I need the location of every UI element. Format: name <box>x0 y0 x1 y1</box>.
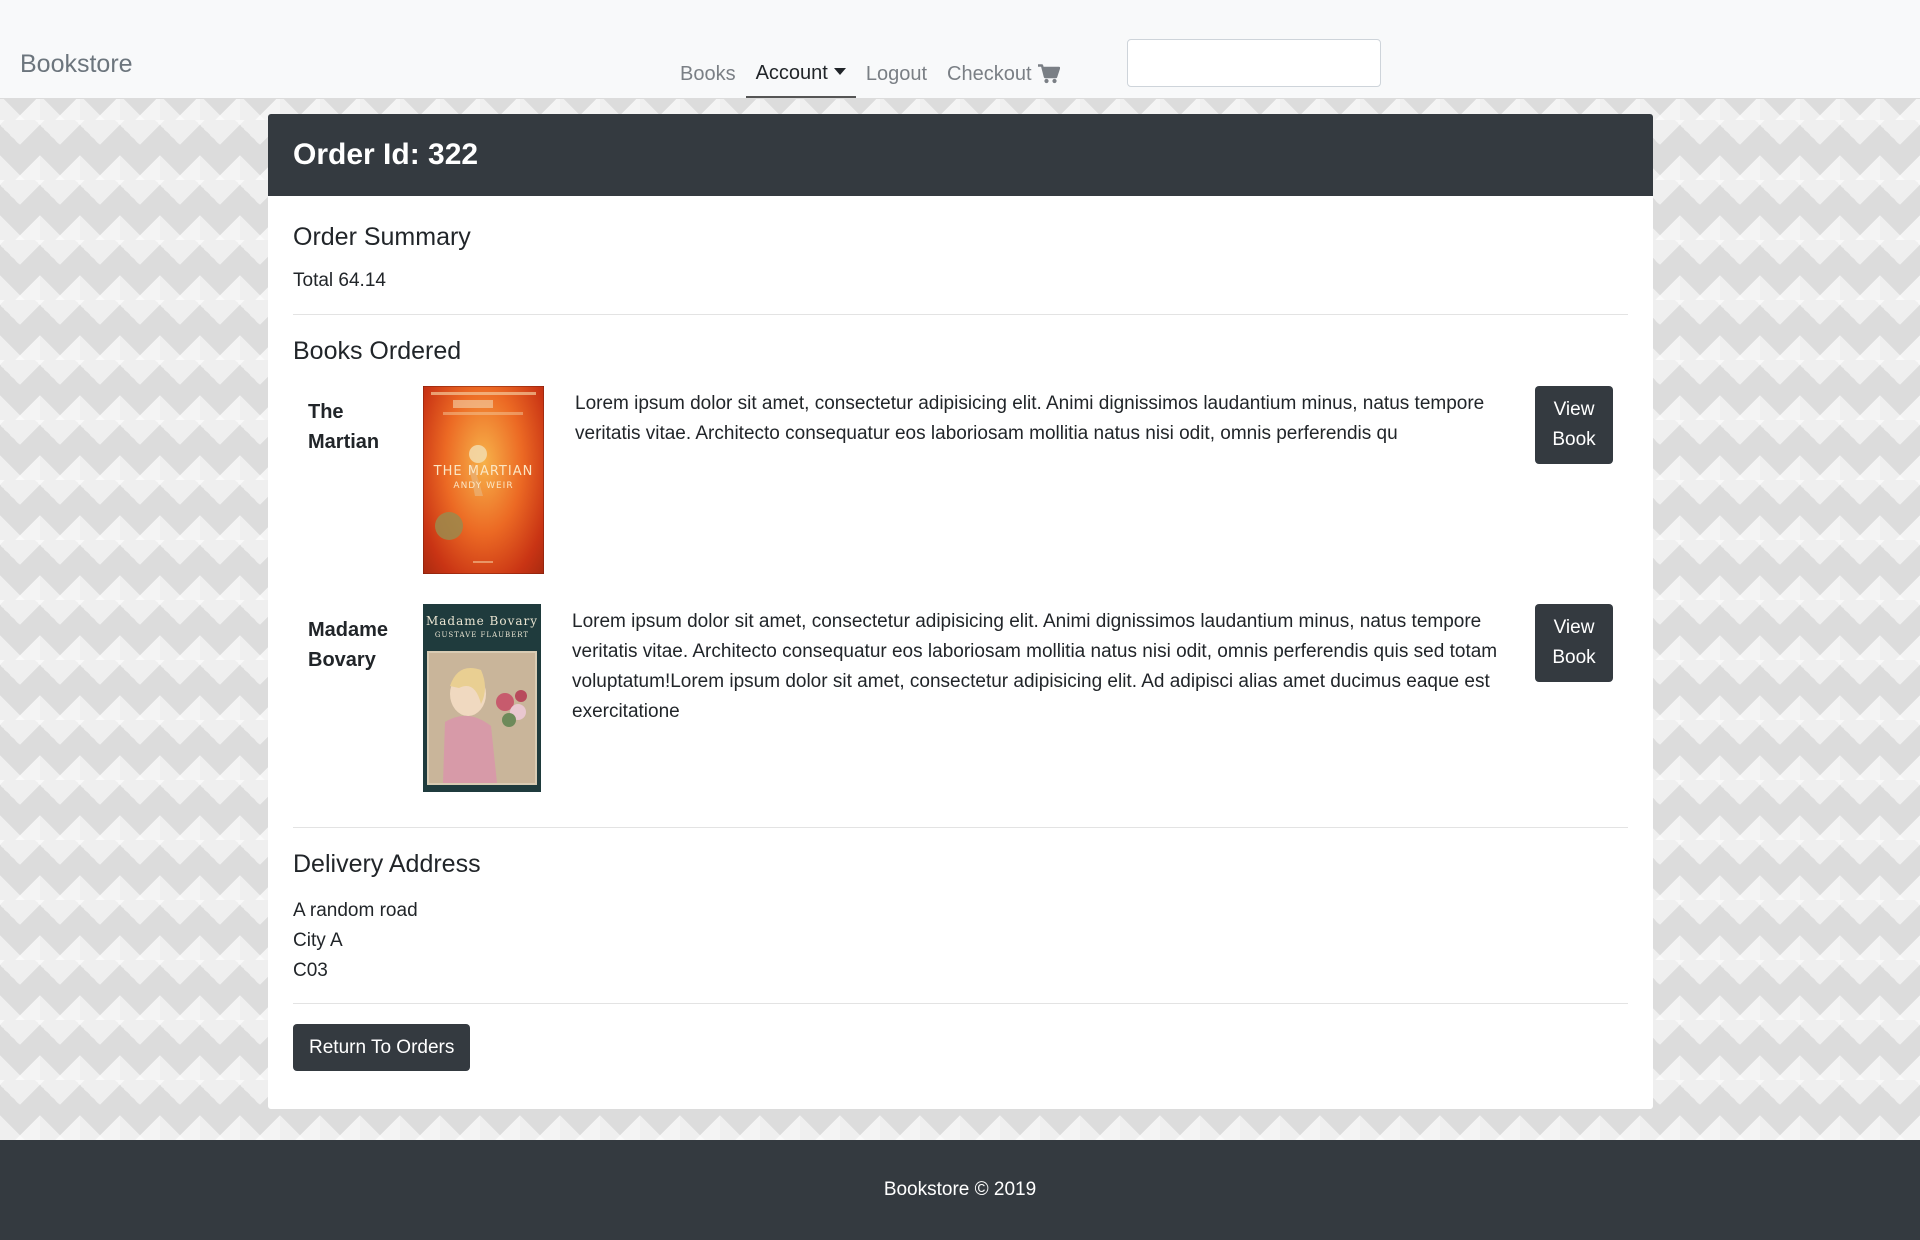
book-cover-title: THE MARTIAN <box>433 464 534 479</box>
nav-link-books[interactable]: Books <box>670 60 746 88</box>
search-input[interactable] <box>1127 39 1381 87</box>
order-summary-title: Order Summary <box>293 223 471 251</box>
shopping-cart-icon <box>1037 64 1060 84</box>
divider <box>293 827 1628 828</box>
book-row: Madame Bovary Madame Bovary GUSTAVE FLAU… <box>293 604 1628 792</box>
caret-down-icon <box>833 67 846 75</box>
book-title-line: Madame <box>308 619 389 641</box>
nav-links: Books Account Logout Checkout <box>670 50 1070 98</box>
divider <box>293 314 1628 315</box>
address-line: C03 <box>293 960 328 981</box>
address-line: A random road <box>293 900 418 921</box>
order-card-body: Order Summary Total 64.14 Books Ordered … <box>268 223 1653 1071</box>
nav-link-checkout[interactable]: Checkout <box>937 60 1070 88</box>
book-title: Madame Bovary <box>293 604 408 792</box>
book-cover-author: ANDY WEIR <box>453 481 514 491</box>
book-cover-author: GUSTAVE FLAUBERT <box>434 631 530 639</box>
book-cover-title: Madame Bovary <box>425 614 539 628</box>
book-title-line: Martian <box>308 431 380 453</box>
footer-copyright: Bookstore © 2019 <box>883 1179 1037 1200</box>
order-id-title: Order Id: 322 <box>293 138 479 171</box>
footer: Bookstore © 2019 <box>0 1140 1920 1240</box>
order-card-header: Order Id: 322 <box>268 114 1653 196</box>
delivery-address-title: Delivery Address <box>293 850 481 878</box>
nav-dropdown-account-label: Account <box>755 62 828 84</box>
brand-logo[interactable]: Bookstore <box>20 50 133 79</box>
book-cover-image: THE MARTIAN ANDY WEIR <box>423 386 544 574</box>
book-cover-image: Madame Bovary GUSTAVE FLAUBERT <box>423 604 541 792</box>
view-book-button[interactable]: View Book <box>1535 604 1613 682</box>
return-to-orders-button[interactable]: Return To Orders <box>293 1024 471 1071</box>
divider <box>293 1003 1628 1004</box>
book-description: Lorem ipsum dolor sit amet, consectetur … <box>575 393 1485 444</box>
address-line: City A <box>293 930 343 951</box>
book-title: The Martian <box>293 386 408 574</box>
nav-dropdown-account[interactable]: Account <box>745 59 856 98</box>
order-total: Total 64.14 <box>293 270 386 291</box>
order-card: Order Id: 322 Order Summary Total 64.14 … <box>268 114 1653 1109</box>
view-book-button[interactable]: View Book <box>1535 386 1613 464</box>
book-title-line: The <box>308 401 344 423</box>
books-ordered-title: Books Ordered <box>293 337 462 365</box>
navbar: Bookstore Books Account Logout Checkout <box>0 0 1920 99</box>
book-row: The Martian THE MARTIAN ANDY WEIR Lorem … <box>293 386 1628 574</box>
book-description: Lorem ipsum dolor sit amet, consectetur … <box>572 611 1498 722</box>
delivery-address: A random road City A C03 <box>293 896 1628 986</box>
book-title-line: Bovary <box>308 649 376 671</box>
nav-link-checkout-label: Checkout <box>947 63 1032 85</box>
nav-link-logout[interactable]: Logout <box>856 60 937 88</box>
